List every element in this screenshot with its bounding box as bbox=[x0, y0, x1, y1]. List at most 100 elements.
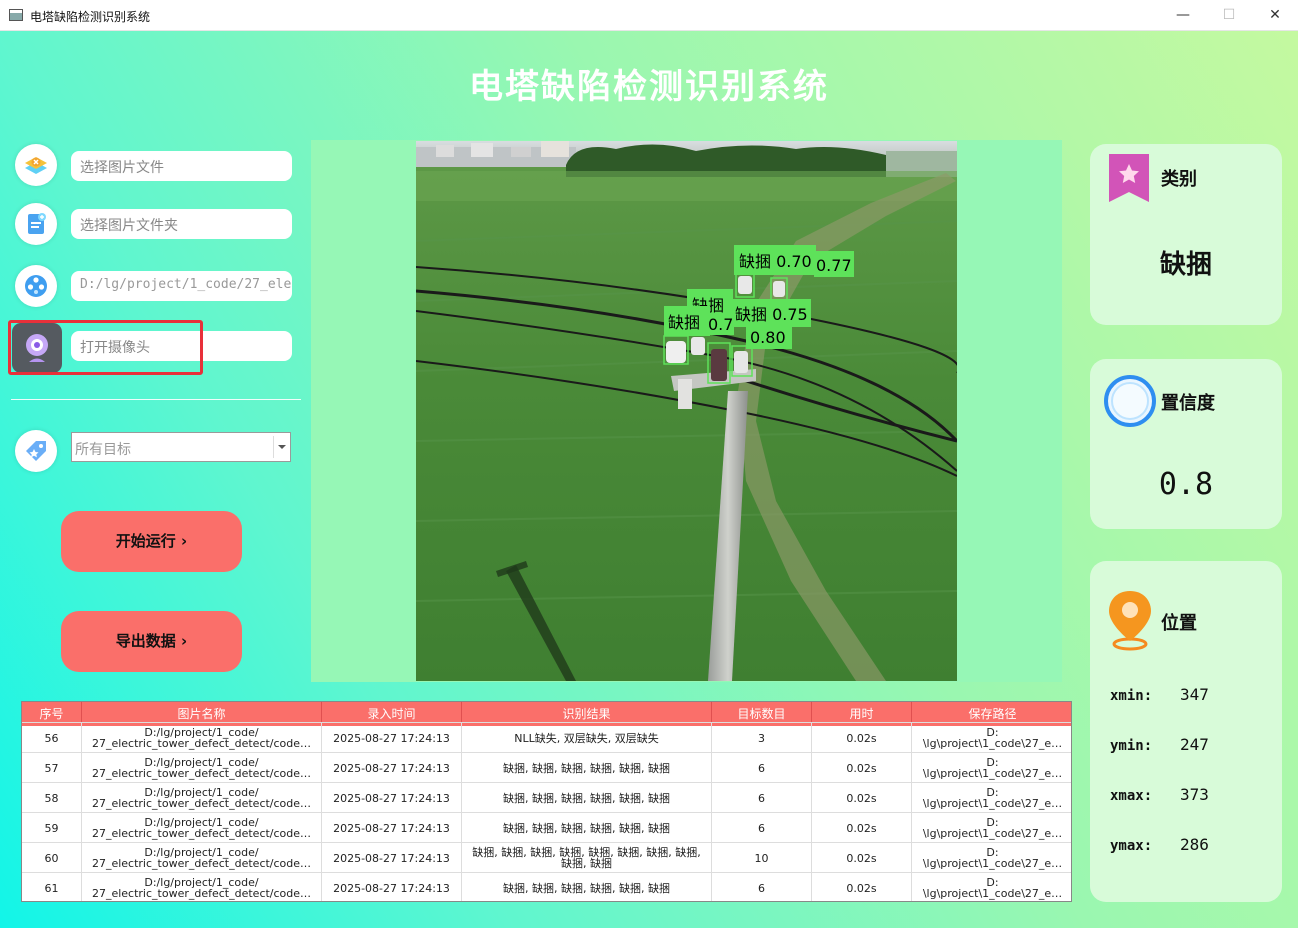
table-cell: D:/lg/project/1_code/ 27_electric_tower_… bbox=[82, 843, 322, 873]
table-cell: 2025-08-27 17:24:13 bbox=[322, 873, 462, 901]
table-cell: 57 bbox=[22, 753, 82, 783]
table-cell: D:/lg/project/1_code/ 27_electric_tower_… bbox=[82, 753, 322, 783]
detection-label: 缺捆 bbox=[664, 306, 710, 336]
xmax-value: 373 bbox=[1180, 785, 1209, 804]
table-row[interactable]: 59 D:/lg/project/1_code/ 27_electric_towe… bbox=[22, 812, 1071, 843]
category-value: 缺捆 bbox=[1159, 250, 1212, 280]
confidence-card: 置信度 0.8 bbox=[1090, 359, 1282, 529]
location-pin-icon bbox=[1109, 591, 1151, 651]
detection-photo: 缺捆 0.70 0.77 缺捆 缺捆 0.75 缺捆 0.7 0.80 bbox=[416, 141, 957, 681]
image-display-panel: 缺捆 0.70 0.77 缺捆 缺捆 0.75 缺捆 0.7 0.80 bbox=[311, 140, 1062, 682]
table-cell: D: \lg\project\1_code\27_e… bbox=[922, 876, 1063, 900]
svg-text:0.77: 0.77 bbox=[816, 256, 852, 275]
table-cell: D: \lg\project\1_code\27_e… bbox=[922, 786, 1063, 810]
table-cell: D:/lg/project/1_code/ 27_electric_tower_… bbox=[82, 873, 322, 901]
table-cell: D: \lg\project\1_code\27_e… bbox=[922, 846, 1063, 870]
table-cell: 缺捆, 缺捆, 缺捆, 缺捆, 缺捆, 缺捆, 缺捆, 缺捆, 缺捆, 缺捆 bbox=[462, 843, 712, 873]
image-folder-field[interactable]: 选择图片文件夹 bbox=[71, 209, 292, 239]
table-cell: 缺捆, 缺捆, 缺捆, 缺捆, 缺捆, 缺捆 bbox=[462, 873, 712, 901]
video-path-field[interactable]: D:/lg/project/1_code/27_electric_tower_d… bbox=[71, 271, 292, 301]
table-cell: 6 bbox=[712, 813, 812, 843]
tag-icon bbox=[26, 441, 46, 461]
folder-icon bbox=[28, 213, 46, 234]
export-button[interactable]: 导出数据 › bbox=[61, 611, 242, 672]
start-button[interactable]: 开始运行 › bbox=[61, 511, 242, 572]
table-cell: 6 bbox=[712, 783, 812, 813]
table-cell: 2025-08-27 17:24:13 bbox=[322, 753, 462, 783]
table-cell: 缺捆, 缺捆, 缺捆, 缺捆, 缺捆, 缺捆 bbox=[462, 753, 712, 783]
minimize-button[interactable]: — bbox=[1160, 0, 1206, 31]
svg-text:缺捆 0.70: 缺捆 0.70 bbox=[739, 252, 812, 271]
results-table[interactable]: 序号 图片名称 录入时间 识别结果 目标数目 用时 保存路径 56 D:/lg/p… bbox=[21, 701, 1072, 902]
svg-text:0.7: 0.7 bbox=[708, 315, 733, 334]
detection-label: 缺捆 0.75 bbox=[731, 299, 811, 327]
table-cell: 10 bbox=[712, 843, 812, 873]
table-cell: 61 bbox=[22, 873, 82, 901]
table-cell: D:/lg/project/1_code/ 27_electric_tower_… bbox=[82, 783, 322, 813]
table-cell: D: \lg\project\1_code\27_e… bbox=[922, 756, 1063, 780]
svg-text:0.80: 0.80 bbox=[750, 328, 786, 347]
table-cell: 59 bbox=[22, 813, 82, 843]
table-cell: D:/lg/project/1_code/ 27_electric_tower_… bbox=[82, 813, 322, 843]
position-card: 位置 xmin: 347 ymin: 247 xmax: 373 ymax: 2… bbox=[1090, 561, 1282, 902]
table-row[interactable]: 58 D:/lg/project/1_code/ 27_electric_towe… bbox=[22, 782, 1071, 813]
xmax-label: xmax: bbox=[1110, 788, 1153, 804]
select-video-button[interactable] bbox=[15, 265, 57, 307]
chevron-down-icon[interactable] bbox=[273, 436, 288, 458]
detection-label: 0.80 bbox=[746, 323, 792, 349]
table-cell: 缺捆, 缺捆, 缺捆, 缺捆, 缺捆, 缺捆 bbox=[462, 813, 712, 843]
svg-text:缺捆 0.75: 缺捆 0.75 bbox=[735, 305, 808, 324]
table-cell: 0.02s bbox=[812, 753, 912, 783]
table-cell: 0.02s bbox=[812, 813, 912, 843]
maximize-button[interactable]: ☐ bbox=[1206, 0, 1252, 31]
category-card: 类别 缺捆 bbox=[1090, 144, 1282, 325]
window-titlebar: 电塔缺陷检测识别系统 — ☐ ✕ bbox=[0, 0, 1298, 31]
table-cell: 2025-08-27 17:24:13 bbox=[322, 723, 462, 753]
ymin-label: ymin: bbox=[1110, 738, 1153, 754]
confidence-value: 0.8 bbox=[1158, 467, 1214, 502]
window-title: 电塔缺陷检测识别系统 bbox=[30, 10, 151, 24]
target-filter-icon-button bbox=[15, 430, 57, 472]
position-label: 位置 bbox=[1161, 613, 1197, 634]
xmin-label: xmin: bbox=[1110, 688, 1153, 704]
category-label: 类别 bbox=[1161, 169, 1197, 190]
video-reel-icon bbox=[25, 275, 47, 297]
camera-highlight-frame bbox=[8, 320, 203, 375]
table-cell: 0.02s bbox=[812, 783, 912, 813]
bookmark-star-icon bbox=[1109, 154, 1149, 202]
table-cell: 2025-08-27 17:24:13 bbox=[322, 843, 462, 873]
svg-text:缺捆: 缺捆 bbox=[668, 313, 700, 332]
ymax-label: ymax: bbox=[1110, 838, 1153, 854]
table-cell: D: \lg\project\1_code\27_e… bbox=[922, 816, 1063, 840]
table-cell: 60 bbox=[22, 843, 82, 873]
ymax-value: 286 bbox=[1180, 835, 1209, 854]
image-file-icon bbox=[25, 157, 47, 174]
table-row[interactable]: 56 D:/lg/project/1_code/ 27_electric_towe… bbox=[22, 722, 1071, 753]
table-cell: D:/lg/project/1_code/ 27_electric_tower_… bbox=[82, 723, 322, 753]
close-button[interactable]: ✕ bbox=[1252, 0, 1298, 31]
table-cell: 6 bbox=[712, 753, 812, 783]
table-cell: NLL缺失, 双层缺失, 双层缺失 bbox=[462, 723, 712, 753]
app-window-icon bbox=[9, 9, 23, 21]
xmin-value: 347 bbox=[1180, 685, 1209, 704]
table-row[interactable]: 60 D:/lg/project/1_code/ 27_electric_towe… bbox=[22, 842, 1071, 873]
image-file-field[interactable]: 选择图片文件 bbox=[71, 151, 292, 181]
table-cell: 0.02s bbox=[812, 873, 912, 901]
app-title: 电塔缺陷检测识别系统 bbox=[469, 67, 829, 107]
table-cell: 56 bbox=[22, 723, 82, 753]
select-folder-button[interactable] bbox=[15, 203, 57, 245]
table-row[interactable]: 61 D:/lg/project/1_code/ 27_electric_towe… bbox=[22, 872, 1071, 901]
table-cell: 2025-08-27 17:24:13 bbox=[322, 813, 462, 843]
table-cell: 缺捆, 缺捆, 缺捆, 缺捆, 缺捆, 缺捆 bbox=[462, 783, 712, 813]
main-area: 电塔缺陷检测识别系统 选择图片文件 选择图片文件夹 D:/lg/project/… bbox=[0, 31, 1298, 928]
detection-label: 0.77 bbox=[814, 251, 854, 277]
detection-label: 缺捆 0.70 bbox=[734, 245, 816, 275]
table-row[interactable]: 57 D:/lg/project/1_code/ 27_electric_towe… bbox=[22, 752, 1071, 783]
target-select[interactable]: 所有目标 bbox=[71, 432, 291, 462]
target-select-value: 所有目标 bbox=[75, 442, 131, 458]
confidence-label: 置信度 bbox=[1161, 393, 1215, 414]
table-cell: 0.02s bbox=[812, 723, 912, 753]
select-image-button[interactable] bbox=[15, 144, 57, 186]
table-cell: 58 bbox=[22, 783, 82, 813]
table-cell: 0.02s bbox=[812, 843, 912, 873]
